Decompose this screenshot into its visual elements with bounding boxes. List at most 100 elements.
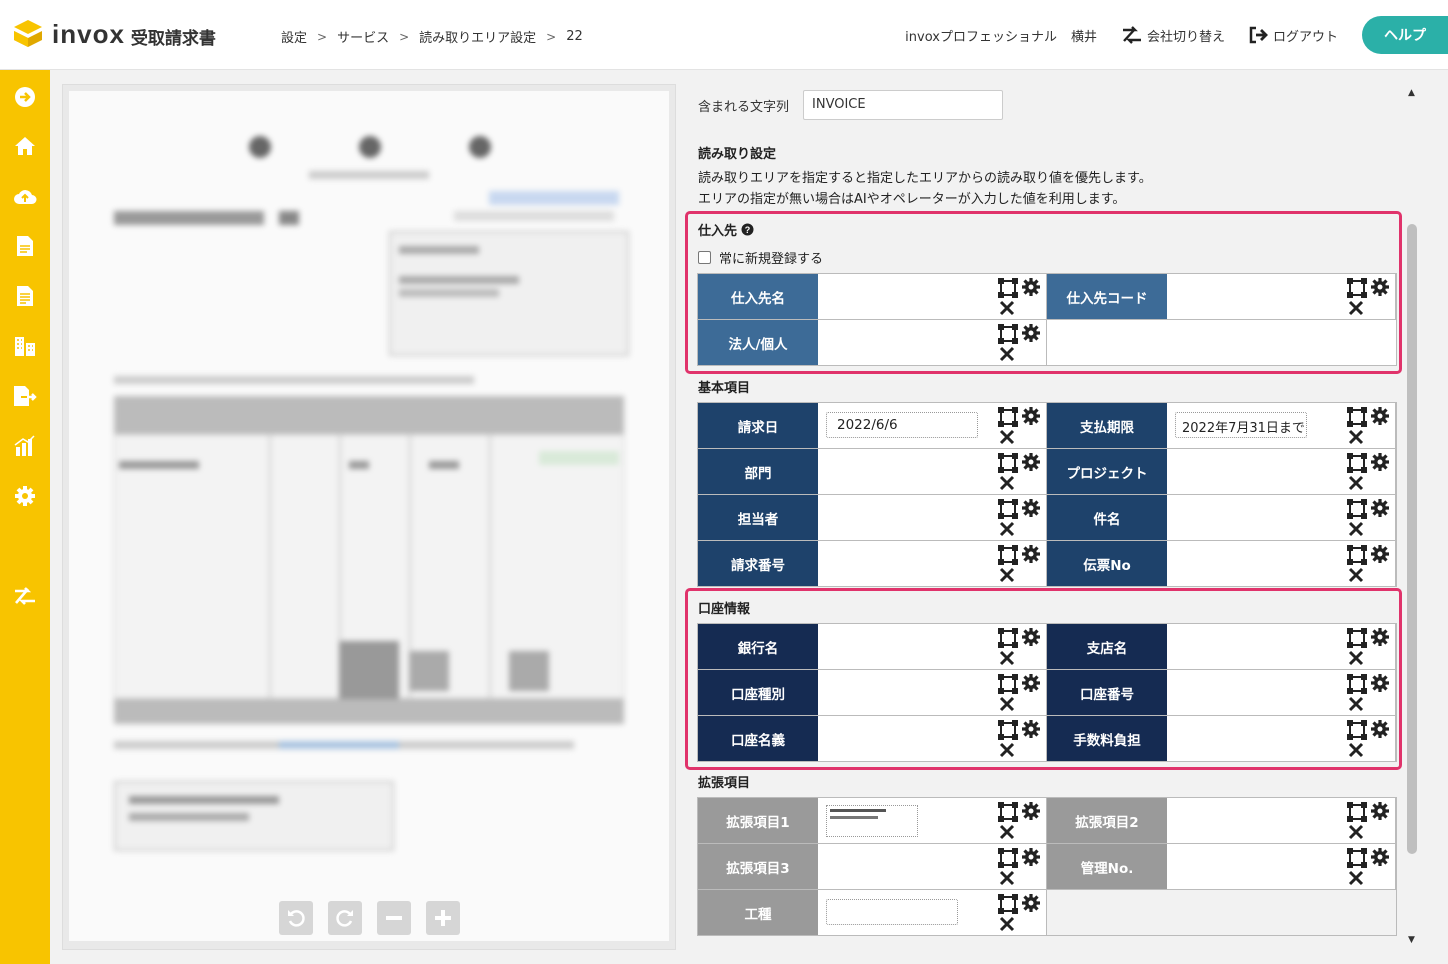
- export-icon[interactable]: [13, 384, 37, 408]
- field-value-ext3[interactable]: [818, 844, 1047, 889]
- close-icon[interactable]: [1348, 429, 1364, 445]
- field-value-due-date[interactable]: 2022年7月31日まで: [1167, 403, 1396, 448]
- invoice-preview[interactable]: [69, 91, 669, 941]
- gear-icon[interactable]: [1022, 894, 1040, 912]
- due-date-input[interactable]: 2022年7月31日まで: [1175, 412, 1307, 438]
- gear-icon[interactable]: [1022, 407, 1040, 425]
- panel-scrollbar[interactable]: ▲ ▼: [1404, 84, 1420, 950]
- field-value-invoice-no[interactable]: [818, 541, 1047, 586]
- sidebar: [0, 70, 50, 964]
- area-select-icon[interactable]: [1347, 802, 1367, 822]
- contains-label: 含まれる文字列: [698, 99, 790, 115]
- area-select-icon[interactable]: [998, 894, 1018, 914]
- gear-icon[interactable]: [1022, 848, 1040, 866]
- invoice-date-input[interactable]: 2022/6/6: [826, 412, 978, 438]
- field-value-ext2[interactable]: [1167, 798, 1396, 843]
- field-value-subject[interactable]: [1167, 495, 1396, 540]
- close-icon[interactable]: [999, 521, 1015, 537]
- field-value-kind[interactable]: [818, 890, 1047, 935]
- breadcrumb-separator-icon: >: [399, 29, 410, 44]
- close-icon[interactable]: [1348, 475, 1364, 491]
- field-actions: [1347, 453, 1391, 493]
- area-select-icon[interactable]: [998, 453, 1018, 473]
- arrow-right-circle-icon[interactable]: [13, 85, 37, 109]
- cloud-upload-icon[interactable]: [13, 184, 37, 208]
- area-select-icon[interactable]: [998, 545, 1018, 565]
- close-icon[interactable]: [999, 567, 1015, 583]
- close-icon[interactable]: [999, 475, 1015, 491]
- gear-icon[interactable]: [1371, 453, 1389, 471]
- breadcrumb-item-settings[interactable]: 設定: [281, 27, 307, 46]
- field-label-department: 部門: [698, 449, 818, 494]
- account-highlight: [685, 588, 1402, 770]
- zoom-in-icon[interactable]: [426, 901, 460, 935]
- help-button[interactable]: ヘルプ: [1362, 16, 1448, 54]
- scrollbar-thumb[interactable]: [1407, 224, 1417, 854]
- area-select-icon[interactable]: [1347, 848, 1367, 868]
- ext1-crop-thumbnail[interactable]: [826, 805, 918, 837]
- gear-icon[interactable]: [1022, 499, 1040, 517]
- gear-icon[interactable]: [1371, 802, 1389, 820]
- close-icon[interactable]: [999, 916, 1015, 932]
- home-icon[interactable]: [13, 134, 37, 158]
- field-label-ext2: 拡張項目2: [1047, 798, 1167, 843]
- chart-icon[interactable]: [13, 434, 37, 458]
- field-actions: [998, 802, 1042, 842]
- gear-icon[interactable]: [1022, 802, 1040, 820]
- area-select-icon[interactable]: [998, 499, 1018, 519]
- logout-button[interactable]: ログアウト: [1249, 26, 1338, 45]
- field-value-ext1[interactable]: [818, 798, 1047, 843]
- gear-icon[interactable]: [1371, 545, 1389, 563]
- logo-text: invox: [52, 18, 125, 49]
- table-row: 担当者 件名: [698, 495, 1396, 541]
- gear-icon[interactable]: [1371, 499, 1389, 517]
- gear-icon[interactable]: [1022, 453, 1040, 471]
- field-label-invoice-no: 請求番号: [698, 541, 818, 586]
- close-icon[interactable]: [1348, 567, 1364, 583]
- area-select-icon[interactable]: [1347, 407, 1367, 427]
- close-icon[interactable]: [999, 429, 1015, 445]
- scroll-down-icon[interactable]: ▼: [1408, 935, 1415, 945]
- field-value-person[interactable]: [818, 495, 1047, 540]
- zoom-out-icon[interactable]: [377, 901, 411, 935]
- field-actions: [998, 545, 1042, 585]
- rotate-right-icon[interactable]: [328, 901, 362, 935]
- area-select-icon[interactable]: [1347, 453, 1367, 473]
- document-icon[interactable]: [13, 234, 37, 258]
- switch-icon[interactable]: [13, 584, 37, 608]
- rotate-left-icon[interactable]: [279, 901, 313, 935]
- close-icon[interactable]: [1348, 870, 1364, 886]
- gear-icon[interactable]: [1022, 545, 1040, 563]
- empty-cell: [1047, 890, 1396, 935]
- field-value-invoice-date[interactable]: 2022/6/6: [818, 403, 1047, 448]
- close-icon[interactable]: [999, 824, 1015, 840]
- scroll-up-icon[interactable]: ▲: [1408, 88, 1415, 98]
- field-value-mgmt-no[interactable]: [1167, 844, 1396, 889]
- close-icon[interactable]: [999, 870, 1015, 886]
- close-icon[interactable]: [1348, 521, 1364, 537]
- area-select-icon[interactable]: [998, 848, 1018, 868]
- field-value-project[interactable]: [1167, 449, 1396, 494]
- buildings-icon[interactable]: [13, 334, 37, 358]
- breadcrumb-item-service[interactable]: サービス: [337, 27, 389, 46]
- area-select-icon[interactable]: [1347, 545, 1367, 565]
- field-actions: [1347, 499, 1391, 539]
- kind-input[interactable]: [826, 899, 958, 925]
- field-value-slip-no[interactable]: [1167, 541, 1396, 586]
- area-select-icon[interactable]: [1347, 499, 1367, 519]
- breadcrumb-item-read-area[interactable]: 読み取りエリア設定: [419, 27, 536, 46]
- read-settings-desc-2: エリアの指定が無い場合はAIやオペレーターが入力した値を利用します。: [698, 192, 1126, 207]
- area-select-icon[interactable]: [998, 802, 1018, 822]
- close-icon[interactable]: [1348, 824, 1364, 840]
- area-select-icon[interactable]: [998, 407, 1018, 427]
- gear-icon[interactable]: [1371, 848, 1389, 866]
- field-value-department[interactable]: [818, 449, 1047, 494]
- contains-input[interactable]: INVOICE: [803, 90, 1004, 120]
- app-logo[interactable]: invox 受取請求書: [12, 18, 216, 50]
- switch-company-button[interactable]: 会社切り替え: [1121, 26, 1225, 45]
- gear-icon[interactable]: [13, 484, 37, 508]
- gear-icon[interactable]: [1371, 407, 1389, 425]
- field-label-kind: 工種: [698, 890, 818, 935]
- extension-grid: 拡張項目1 拡張項目2 拡張項目3 管理No. 工種: [697, 797, 1397, 936]
- document-list-icon[interactable]: [13, 284, 37, 308]
